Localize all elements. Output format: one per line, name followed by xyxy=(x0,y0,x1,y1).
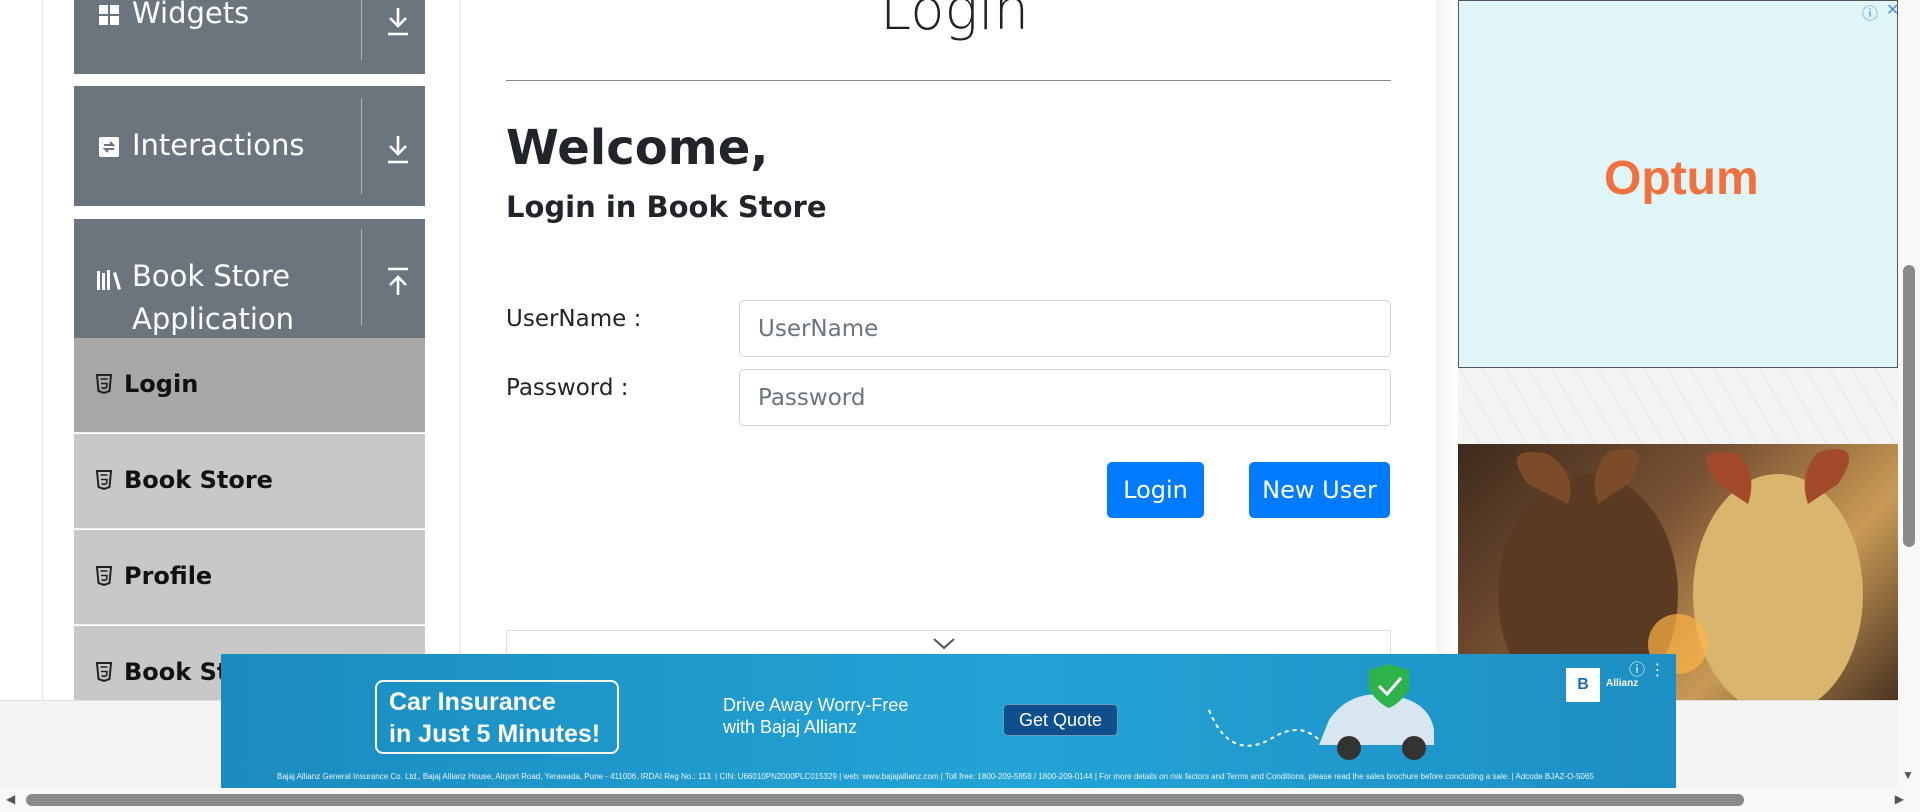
ad-background-pattern xyxy=(1458,368,1898,444)
group-separator xyxy=(361,0,362,60)
sidebar-item-label: Login xyxy=(124,370,199,398)
ad-tagline-line1: Drive Away Worry-Free xyxy=(723,695,909,715)
group-widgets[interactable]: Widgets xyxy=(74,0,425,74)
scroll-left-icon[interactable]: ◀ xyxy=(6,792,15,806)
sidebar-item-profile[interactable]: Profile xyxy=(74,530,425,625)
page-title: Login xyxy=(880,0,1030,43)
vertical-scrollbar[interactable]: ▼ xyxy=(1898,0,1920,788)
group-book-store-label: Book Store Application xyxy=(132,259,295,336)
username-label: UserName : xyxy=(506,306,642,332)
ad-fine-print: Bajaj Allianz General Insurance Co. Ltd.… xyxy=(277,772,1594,781)
page-root: Widgets Interactions Book Store Applicat… xyxy=(0,0,1920,812)
sidebar-item-book-store[interactable]: Book Store xyxy=(74,434,425,529)
right-column-shadow xyxy=(1436,0,1456,700)
upload-arrow-icon[interactable] xyxy=(384,265,412,299)
ad-tagline: Drive Away Worry-Free with Bajaj Allianz xyxy=(723,694,908,738)
chevron-down-icon[interactable] xyxy=(932,637,956,651)
scroll-right-icon[interactable]: ▶ xyxy=(1895,792,1904,806)
html5-icon xyxy=(96,374,112,394)
horizontal-scrollbar[interactable]: ◀ ▶ xyxy=(0,788,1920,812)
group-interactions[interactable]: Interactions xyxy=(74,86,425,206)
grid-icon xyxy=(99,5,119,25)
welcome-heading: Welcome, xyxy=(506,120,769,176)
download-arrow-icon[interactable] xyxy=(384,4,412,38)
group-interactions-label: Interactions xyxy=(132,128,305,162)
sidebar-divider xyxy=(459,0,461,700)
books-icon xyxy=(97,270,121,290)
ad-optum[interactable]: Optum xyxy=(1458,0,1898,368)
title-divider xyxy=(506,80,1391,81)
html5-icon xyxy=(96,566,112,586)
ad-info-icon[interactable]: ⓘ ⋮ xyxy=(1629,656,1665,680)
ad-banner-insurance[interactable]: Car Insurance in Just 5 Minutes! Drive A… xyxy=(221,654,1676,788)
html5-icon xyxy=(96,470,112,490)
html5-icon xyxy=(96,662,112,682)
ad-tagline-line2: with Bajaj Allianz xyxy=(723,717,858,737)
group-widgets-label: Widgets xyxy=(132,0,250,30)
sidebar-item-label: Profile xyxy=(124,562,213,590)
group-separator xyxy=(361,98,362,194)
download-arrow-icon[interactable] xyxy=(384,132,412,166)
password-input[interactable] xyxy=(739,369,1391,426)
sidebar-item-label: Book Store xyxy=(124,466,273,494)
login-button[interactable]: Login xyxy=(1107,462,1204,518)
get-quote-button[interactable]: Get Quote xyxy=(1003,704,1118,736)
left-border xyxy=(42,0,43,700)
vertical-scroll-thumb[interactable] xyxy=(1903,265,1915,547)
password-label: Password : xyxy=(506,375,629,401)
ad-brand-logo: Optum xyxy=(1604,152,1759,205)
car-illustration xyxy=(1208,664,1434,760)
interactions-icon xyxy=(99,137,119,157)
group-book-store-application[interactable]: Book Store Application xyxy=(74,219,425,338)
ad-headline-line2: in Just 5 Minutes! xyxy=(389,720,601,748)
group-separator xyxy=(361,229,362,325)
login-subtitle: Login in Book Store xyxy=(506,190,827,224)
ad-headline-box: Car Insurance in Just 5 Minutes! xyxy=(375,680,619,754)
scroll-down-icon[interactable]: ▼ xyxy=(1902,768,1914,782)
new-user-button[interactable]: New User xyxy=(1249,462,1390,518)
sidebar-item-login[interactable]: Login xyxy=(74,338,425,433)
username-input[interactable] xyxy=(739,300,1391,357)
ad-headline-line1: Car Insurance xyxy=(389,688,556,716)
horizontal-scroll-thumb[interactable] xyxy=(26,794,1744,806)
